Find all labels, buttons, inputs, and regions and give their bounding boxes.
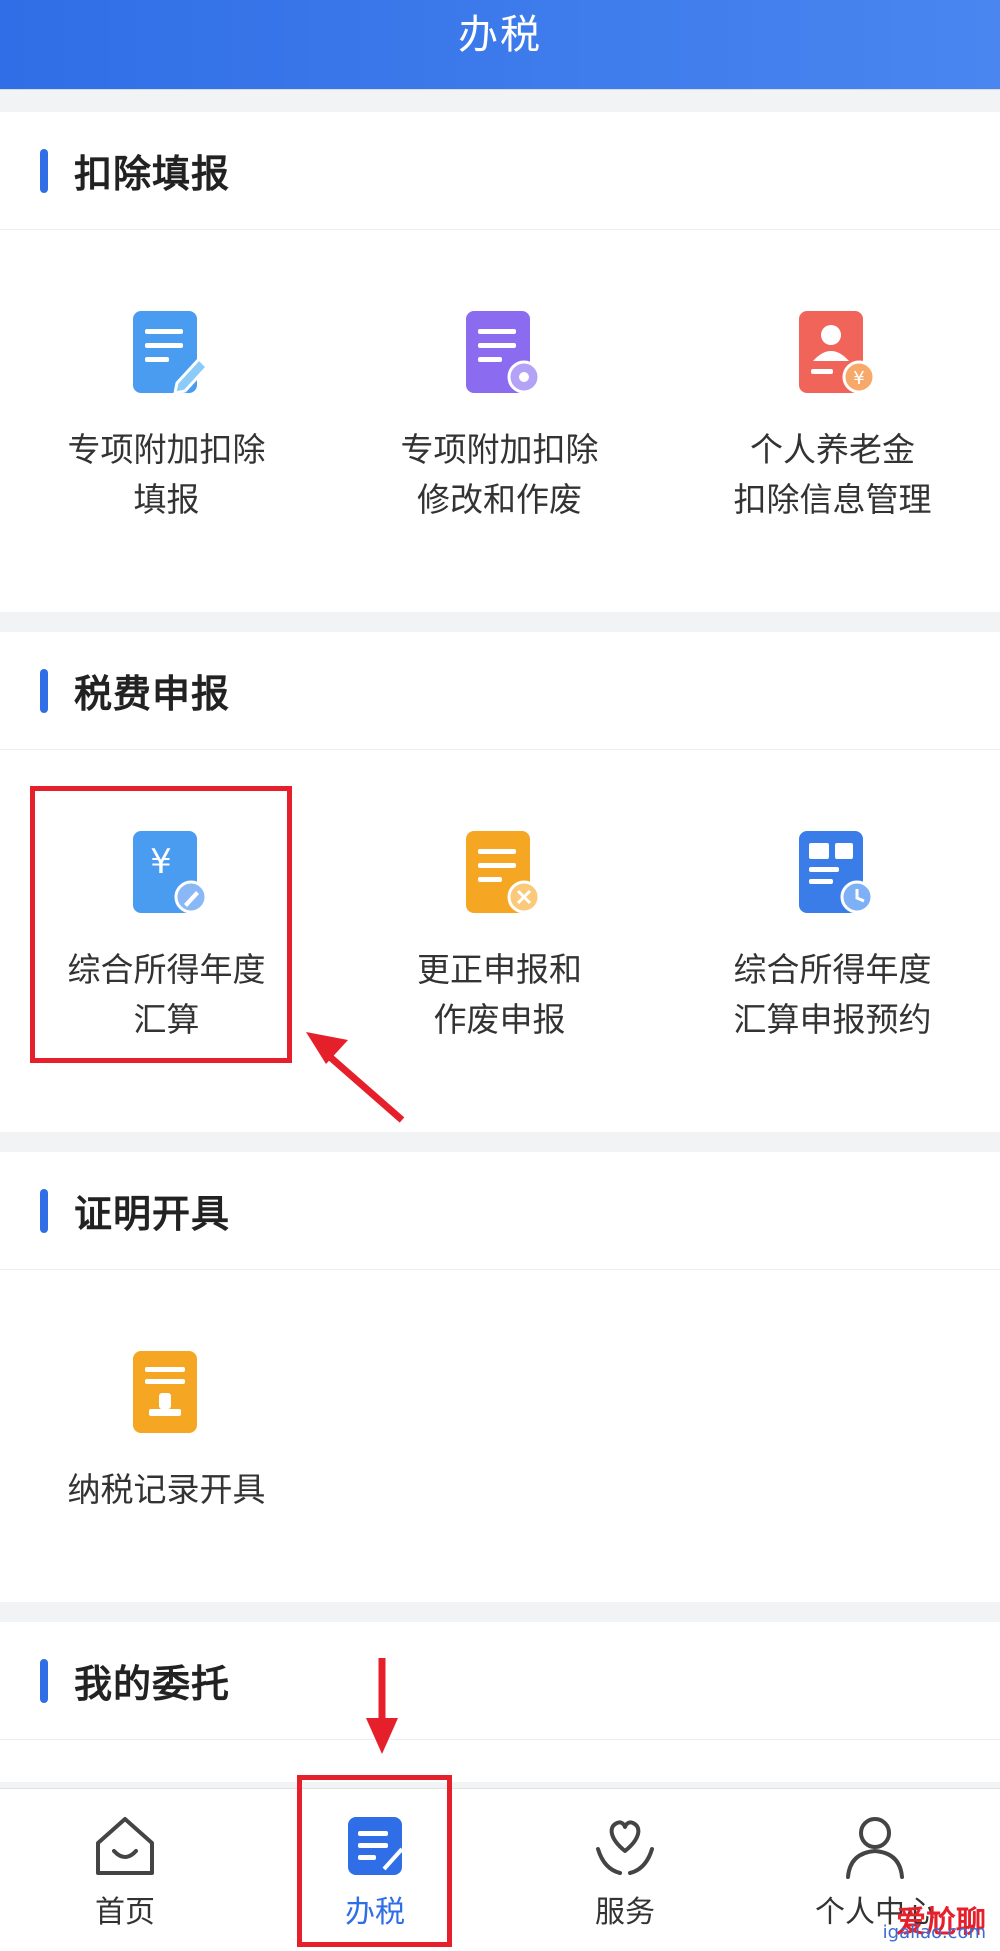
- tab-home[interactable]: 首页: [0, 1789, 250, 1951]
- highlight-box: [297, 1775, 452, 1947]
- section-title: 扣除填报: [74, 152, 231, 196]
- item-label: 专项附加扣除 填报: [67, 430, 266, 519]
- down-arrow-annotation-icon: [366, 1658, 398, 1754]
- correction-icon: [465, 831, 540, 914]
- section-certificate: 证明开具 纳税记录开具: [0, 1152, 1000, 1602]
- pension-management-button[interactable]: ¥ 个人养老金 扣除信息管理: [666, 305, 999, 525]
- appointment-icon: [798, 831, 873, 914]
- watermark: 爱尬聊 igaliao.com: [883, 1897, 986, 1943]
- heart-hands-icon: [596, 1820, 654, 1875]
- form-edit-icon: [132, 311, 209, 395]
- section-header: 税费申报: [0, 632, 1000, 750]
- item-label: 综合所得年度 汇算申报预约: [733, 950, 932, 1039]
- item-label: 纳税记录开具: [67, 1470, 266, 1509]
- appointment-button[interactable]: 综合所得年度 汇算申报预约: [666, 825, 999, 1045]
- bottom-tab-bar: 首页 办税 服务 个人中心 爱尬聊 igaliao.com: [0, 1775, 1000, 1951]
- section-header: 证明开具: [0, 1152, 1000, 1270]
- tax-record-icon: [132, 1351, 197, 1433]
- form-settings-icon: [465, 311, 540, 394]
- user-icon: [846, 1817, 904, 1879]
- highlight-box: [30, 786, 292, 1063]
- svg-text:¥: ¥: [853, 368, 864, 389]
- page-title: 办税: [458, 11, 542, 58]
- deduction-fill-button[interactable]: 专项附加扣除 填报: [0, 305, 333, 525]
- section-title: 证明开具: [74, 1192, 231, 1236]
- item-label: 专项附加扣除 修改和作废: [400, 430, 599, 519]
- section-accent-bar: [40, 1658, 48, 1703]
- top-bar: 办税: [0, 0, 1000, 90]
- section-accent-bar: [40, 1188, 48, 1233]
- home-icon: [96, 1817, 154, 1875]
- item-label: 更正申报和 作废申报: [417, 950, 582, 1039]
- section-header: 扣除填报: [0, 112, 1000, 230]
- section-title: 我的委托: [74, 1662, 231, 1706]
- pension-icon: ¥: [798, 311, 875, 394]
- section-tax-filing: 税费申报 ¥ 综合所得年度 汇算 更正申报和 作废申报 综合所得年度 汇算申报预…: [0, 632, 1000, 1132]
- section-delegation: 我的委托: [0, 1622, 1000, 1782]
- tax-record-button[interactable]: 纳税记录开具: [0, 1345, 333, 1515]
- watermark-url: igaliao.com: [882, 1922, 986, 1943]
- section-accent-bar: [40, 668, 48, 713]
- item-label: 个人养老金 扣除信息管理: [733, 430, 932, 519]
- tab-service[interactable]: 服务: [500, 1789, 750, 1951]
- arrow-annotation-icon: [306, 1032, 405, 1123]
- section-title: 税费申报: [74, 672, 231, 716]
- deduction-modify-button[interactable]: 专项附加扣除 修改和作废: [333, 305, 666, 525]
- section-header[interactable]: 我的委托: [0, 1622, 1000, 1740]
- section-deduction: 扣除填报 专项附加扣除 填报 专项附加扣除 修改和作废 ¥ 个人养老金 扣除信息…: [0, 112, 1000, 612]
- correction-filing-button[interactable]: 更正申报和 作废申报: [333, 825, 666, 1045]
- tab-label: 首页: [95, 1895, 155, 1930]
- tab-label: 服务: [595, 1895, 655, 1930]
- section-accent-bar: [40, 148, 48, 193]
